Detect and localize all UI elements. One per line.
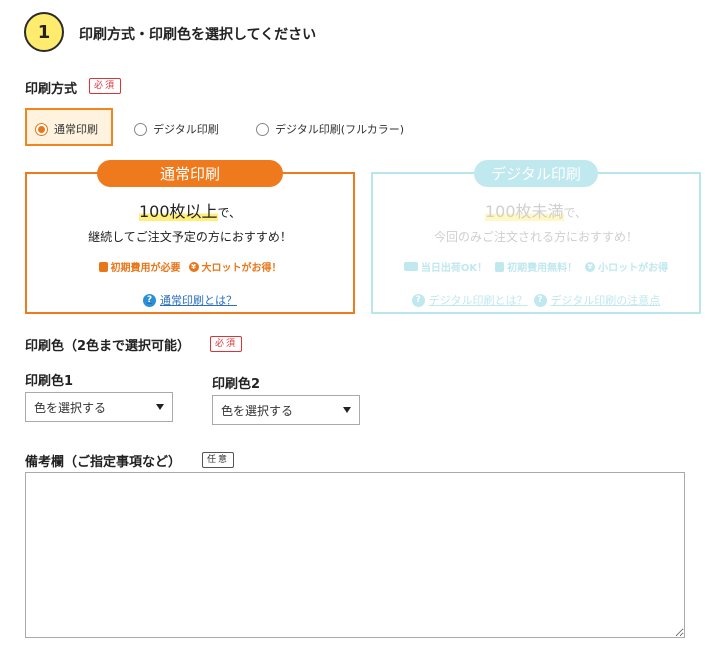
feature-item: ¥ 小ロットがお得 — [585, 259, 668, 274]
feature-item: ¥ 大ロットがお得！ — [188, 259, 282, 274]
remarks-label: 備考欄（ご指定事項など） — [25, 455, 182, 470]
normal-print-card: 通常印刷 100枚以上で、 継続してご注文予定の方におすすめ！ 初期費用が必要 … — [25, 160, 355, 314]
card-headline: 100枚未満で、 — [484, 202, 588, 221]
color1-select[interactable]: 色を選択する — [25, 392, 173, 422]
radio-circle[interactable] — [134, 122, 147, 136]
question-icon: ? — [143, 293, 156, 307]
question-icon: ? — [411, 293, 425, 307]
digital-print-card: デジタル印刷 100枚未満で、 今回のみご注文される方におすすめ！ 当日出荷OK… — [371, 160, 701, 314]
card-subtext: 継続してご注文予定の方におすすめ！ — [88, 230, 292, 244]
radio-digital-fullcolor[interactable]: デジタル印刷(フルカラー) — [256, 121, 404, 137]
color2-select[interactable]: 色を選択する — [212, 395, 360, 425]
dropdown-arrow-icon — [343, 407, 351, 413]
feature-item: 当日出荷OK！ — [403, 259, 487, 274]
radio-circle[interactable] — [35, 122, 48, 136]
print-method-label: 印刷方式 — [25, 82, 78, 97]
required-badge: 必須 — [210, 336, 243, 352]
color2-label: 印刷色2 — [212, 377, 261, 392]
document-icon — [98, 261, 108, 272]
remarks-textarea[interactable] — [25, 472, 685, 638]
feature-row: 初期費用が必要 ¥ 大ロットがお得！ — [27, 259, 353, 274]
step-number-badge: 1 — [24, 12, 64, 52]
radio-normal-print[interactable]: 通常印刷 — [35, 121, 98, 137]
step-title: 印刷方式・印刷色を選択してください — [79, 27, 317, 43]
digital-print-info-link[interactable]: ? デジタル印刷とは？ — [411, 292, 528, 308]
coin-icon: ¥ — [585, 261, 596, 272]
feature-row: 当日出荷OK！ 初期費用無料！ ¥ 小ロットがお得 — [373, 259, 699, 274]
document-icon — [495, 261, 505, 272]
link-row: ? 通常印刷とは？ — [27, 292, 353, 308]
radio-digital-print[interactable]: デジタル印刷 — [134, 121, 219, 137]
coin-icon: ¥ — [188, 261, 199, 272]
normal-print-info-link[interactable]: ? 通常印刷とは？ — [143, 292, 237, 308]
required-badge: 必須 — [89, 78, 122, 94]
card-tab: デジタル印刷 — [474, 160, 598, 187]
digital-print-notes-link[interactable]: ? デジタル印刷の注意点 — [533, 292, 660, 308]
optional-badge: 任意 — [202, 452, 235, 468]
radio-label: デジタル印刷(フルカラー) — [275, 123, 405, 136]
radio-label: デジタル印刷 — [153, 123, 219, 136]
card-headline: 100枚以上で、 — [138, 202, 242, 221]
feature-item: 初期費用無料！ — [495, 259, 577, 274]
radio-circle[interactable] — [256, 122, 269, 136]
dropdown-arrow-icon — [156, 404, 164, 410]
color1-label: 印刷色1 — [25, 374, 74, 389]
card-tab: 通常印刷 — [97, 160, 283, 187]
truck-icon — [403, 262, 418, 271]
card-subtext: 今回のみご注文される方におすすめ！ — [433, 230, 638, 244]
question-icon: ? — [533, 293, 547, 307]
print-color-label: 印刷色（2色まで選択可能） — [25, 339, 191, 354]
radio-label: 通常印刷 — [54, 123, 98, 136]
link-row: ? デジタル印刷とは？ ? デジタル印刷の注意点 — [373, 292, 699, 308]
feature-item: 初期費用が必要 — [98, 259, 181, 274]
